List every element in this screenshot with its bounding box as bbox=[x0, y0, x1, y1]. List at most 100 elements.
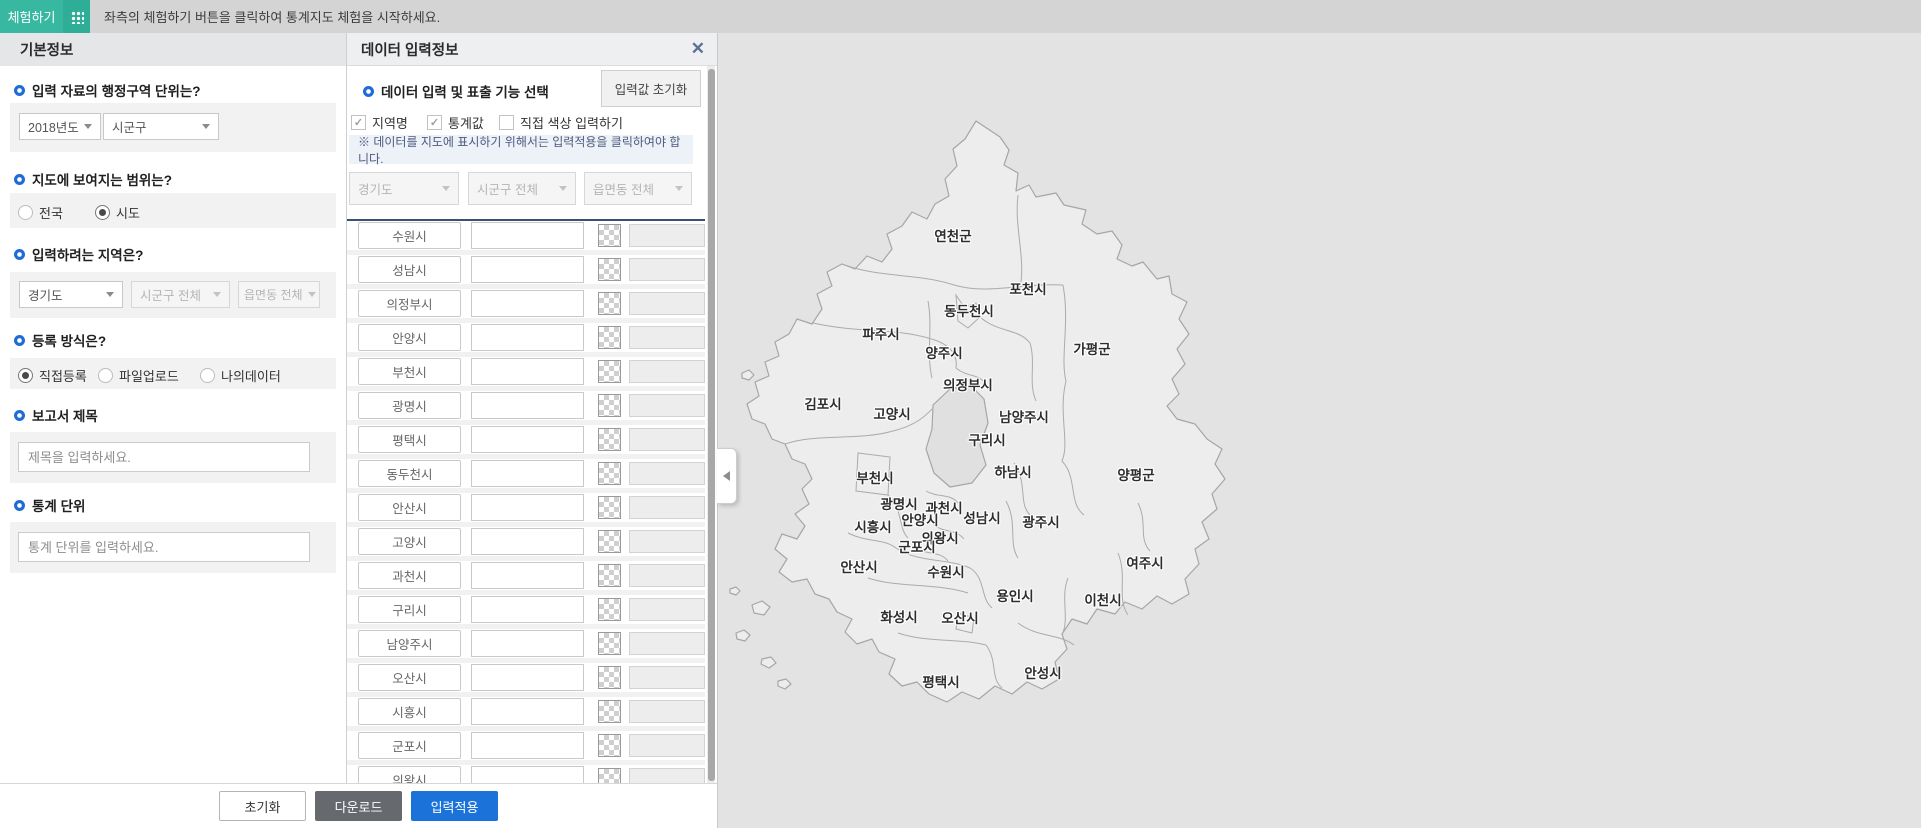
region-value-input[interactable] bbox=[471, 358, 584, 385]
filter-emd-select[interactable]: 읍면동 전체 bbox=[584, 172, 692, 205]
region-value-input[interactable] bbox=[471, 222, 584, 249]
region-name-button[interactable]: 오산시 bbox=[358, 664, 461, 691]
panel-collapse-handle[interactable] bbox=[717, 448, 737, 504]
color-swatch[interactable] bbox=[598, 734, 621, 757]
filter-sigungu-select[interactable]: 시군구 전체 bbox=[468, 172, 576, 205]
admin-unit-select[interactable]: 시군구 bbox=[103, 113, 219, 140]
region-value-input[interactable] bbox=[471, 494, 584, 521]
region-name-button[interactable]: 평택시 bbox=[358, 426, 461, 453]
radio-icon bbox=[98, 368, 113, 383]
color-swatch[interactable] bbox=[598, 394, 621, 417]
region-name-button[interactable]: 안양시 bbox=[358, 324, 461, 351]
region-value-input[interactable] bbox=[471, 732, 584, 759]
radio-direct-register[interactable]: 직접등록 bbox=[18, 366, 87, 385]
color-swatch[interactable] bbox=[598, 258, 621, 281]
chevron-down-icon bbox=[308, 292, 316, 297]
region-value-input[interactable] bbox=[471, 256, 584, 283]
region-value-input[interactable] bbox=[471, 630, 584, 657]
region-name-button[interactable]: 안산시 bbox=[358, 494, 461, 521]
color-value-box bbox=[629, 224, 705, 247]
basic-info-panel: 기본정보 입력 자료의 행정구역 단위는? 2018년도 시군구 지도에 보여지… bbox=[0, 33, 346, 783]
scrollbar-thumb[interactable] bbox=[707, 69, 715, 781]
data-input-panel: 데이터 입력정보 ✕ 데이터 입력 및 표출 기능 선택 입력값 초기화 지역명… bbox=[346, 33, 717, 783]
region-name-button[interactable]: 시흥시 bbox=[358, 698, 461, 725]
color-swatch[interactable] bbox=[598, 292, 621, 315]
color-swatch[interactable] bbox=[598, 598, 621, 621]
region-value-input[interactable] bbox=[471, 562, 584, 589]
emd-select[interactable]: 읍면동 전체 bbox=[238, 281, 320, 308]
region-name-button[interactable]: 남양주시 bbox=[358, 630, 461, 657]
panel-scrollbar[interactable] bbox=[707, 66, 715, 783]
island bbox=[777, 678, 792, 690]
color-value-box bbox=[629, 360, 705, 383]
table-row: 평택시 bbox=[347, 425, 705, 459]
report-title-input[interactable] bbox=[18, 442, 310, 472]
map-region-label: 이천시 bbox=[1084, 593, 1122, 608]
radio-sido[interactable]: 시도 bbox=[95, 203, 140, 222]
region-name-button[interactable]: 고양시 bbox=[358, 528, 461, 555]
apply-input-button[interactable]: 입력적용 bbox=[411, 791, 498, 821]
reset-values-button[interactable]: 입력값 초기화 bbox=[601, 70, 701, 107]
region-name-button[interactable]: 광명시 bbox=[358, 392, 461, 419]
region-value-input[interactable] bbox=[471, 596, 584, 623]
region-name-button[interactable]: 의정부시 bbox=[358, 290, 461, 317]
island bbox=[729, 586, 741, 596]
island bbox=[735, 629, 751, 642]
map-region-label: 평택시 bbox=[922, 675, 960, 690]
region-name-button[interactable]: 부천시 bbox=[358, 358, 461, 385]
color-swatch[interactable] bbox=[598, 496, 621, 519]
color-swatch[interactable] bbox=[598, 666, 621, 689]
stat-unit-input[interactable] bbox=[18, 532, 310, 562]
region-name-button[interactable]: 성남시 bbox=[358, 256, 461, 283]
color-swatch[interactable] bbox=[598, 224, 621, 247]
checkbox-stat-value[interactable]: 통계값 bbox=[427, 113, 484, 132]
radio-my-data[interactable]: 나의데이터 bbox=[200, 366, 281, 385]
sido-select[interactable]: 경기도 bbox=[19, 281, 123, 308]
color-swatch[interactable] bbox=[598, 564, 621, 587]
checkbox-region-name[interactable]: 지역명 bbox=[351, 113, 408, 132]
region-name-button[interactable]: 의왕시 bbox=[358, 766, 461, 783]
region-name-button[interactable]: 동두천시 bbox=[358, 460, 461, 487]
color-swatch[interactable] bbox=[598, 768, 621, 783]
download-button[interactable]: 다운로드 bbox=[315, 791, 402, 821]
region-value-input[interactable] bbox=[471, 290, 584, 317]
region-value-input[interactable] bbox=[471, 528, 584, 555]
sigungu-select[interactable]: 시군구 전체 bbox=[131, 281, 230, 308]
grid-menu-button[interactable] bbox=[63, 0, 90, 33]
region-value-input[interactable] bbox=[471, 324, 584, 351]
map-area[interactable]: 연천군 포천시 동두천시 파주시 양주시 가평군 의정부시 김포시 고양시 남양주시 구리시 하남시 양… bbox=[717, 33, 1921, 828]
stat-unit-label: 통계 단위 bbox=[14, 495, 85, 515]
region-value-input[interactable] bbox=[471, 766, 584, 783]
island bbox=[760, 656, 777, 669]
radio-nationwide[interactable]: 전국 bbox=[18, 203, 63, 222]
gyeonggi-map-svg[interactable] bbox=[718, 33, 1921, 828]
experience-button[interactable]: 체험하기 bbox=[0, 0, 63, 33]
region-value-input[interactable] bbox=[471, 460, 584, 487]
region-value-input[interactable] bbox=[471, 426, 584, 453]
color-swatch[interactable] bbox=[598, 428, 621, 451]
color-swatch[interactable] bbox=[598, 326, 621, 349]
input-region-band: 경기도 시군구 전체 읍면동 전체 bbox=[10, 272, 336, 318]
color-swatch[interactable] bbox=[598, 700, 621, 723]
region-name-button[interactable]: 구리시 bbox=[358, 596, 461, 623]
radio-file-upload[interactable]: 파일업로드 bbox=[98, 366, 179, 385]
checkbox-direct-color[interactable]: 직접 색상 입력하기 bbox=[499, 113, 623, 132]
color-swatch[interactable] bbox=[598, 632, 621, 655]
filter-sido-select[interactable]: 경기도 bbox=[349, 172, 459, 205]
region-value-input[interactable] bbox=[471, 664, 584, 691]
region-value-input[interactable] bbox=[471, 392, 584, 419]
apply-notice: ※ 데이터를 지도에 표시하기 위해서는 입력적용을 클릭하여야 합니다. bbox=[349, 135, 693, 166]
region-name-button[interactable]: 과천시 bbox=[358, 562, 461, 589]
region-name-button[interactable]: 수원시 bbox=[358, 222, 461, 249]
color-swatch[interactable] bbox=[598, 530, 621, 553]
region-name-button[interactable]: 군포시 bbox=[358, 732, 461, 759]
region-value-input[interactable] bbox=[471, 698, 584, 725]
color-swatch[interactable] bbox=[598, 360, 621, 383]
chevron-down-icon bbox=[559, 186, 567, 191]
color-swatch[interactable] bbox=[598, 462, 621, 485]
year-select[interactable]: 2018년도 bbox=[19, 113, 101, 140]
reset-button[interactable]: 초기화 bbox=[219, 791, 306, 821]
chevron-down-icon bbox=[106, 292, 114, 297]
color-value-box bbox=[629, 734, 705, 757]
close-icon[interactable]: ✕ bbox=[691, 39, 705, 59]
